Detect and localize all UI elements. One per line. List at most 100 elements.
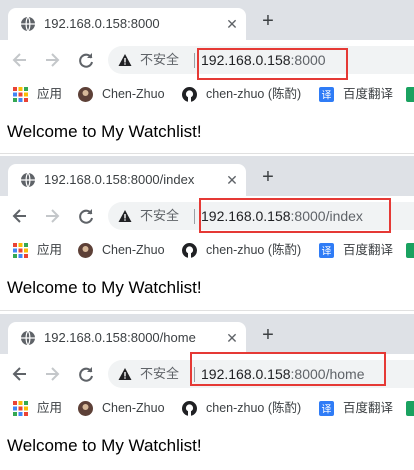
- bookmarks-bar: 应用 Chen-Zhuo chen-zhuo (陈酌) 译 百度翻译: [0, 394, 414, 422]
- url-path: :8000/index: [290, 208, 363, 224]
- address-bar[interactable]: 不安全 192.168.0.158:8000/index: [108, 202, 414, 230]
- globe-icon: [21, 16, 35, 32]
- tab-title: 192.168.0.158:8000/home: [44, 330, 196, 345]
- bookmark-favicon-icon: [406, 401, 414, 416]
- close-tab-icon[interactable]: ✕: [224, 172, 240, 188]
- svg-text:译: 译: [322, 90, 332, 102]
- forward-arrow-icon[interactable]: [42, 50, 62, 70]
- bookmarks-bar: 应用 Chen-Zhuo chen-zhuo (陈酌) 译 百度翻译: [0, 80, 414, 108]
- browser-window-2: 192.168.0.158:8000/index ✕ + 不安全 192.168…: [0, 156, 414, 306]
- close-tab-icon[interactable]: ✕: [224, 330, 240, 346]
- browser-tab[interactable]: 192.168.0.158:8000 ✕: [8, 8, 246, 40]
- address-bar[interactable]: 不安全 192.168.0.158:8000/home: [108, 360, 414, 388]
- bookmark-github[interactable]: chen-zhuo (陈酌): [182, 398, 322, 418]
- bookmark-github[interactable]: chen-zhuo (陈酌): [182, 240, 322, 260]
- page-heading: Welcome to My Watchlist!: [7, 436, 202, 455]
- avatar-icon: [78, 87, 93, 102]
- browser-tab[interactable]: 192.168.0.158:8000/home ✕: [8, 322, 246, 354]
- new-tab-button[interactable]: +: [258, 167, 278, 188]
- avatar-icon: [78, 243, 93, 258]
- close-tab-icon[interactable]: ✕: [224, 16, 240, 32]
- browser-tab[interactable]: 192.168.0.158:8000/index ✕: [8, 164, 246, 196]
- url-text[interactable]: 192.168.0.158:8000/index: [201, 207, 363, 225]
- bookmark-apps[interactable]: 应用: [13, 398, 73, 418]
- bookmark-apps[interactable]: 应用: [13, 240, 73, 260]
- github-icon: [182, 243, 197, 258]
- url-host: 192.168.0.158: [201, 52, 291, 68]
- toolbar: 不安全 192.168.0.158:8000/index: [0, 196, 414, 236]
- bookmark-baidu-fanyi[interactable]: 译 百度翻译: [319, 398, 399, 418]
- reload-icon[interactable]: [76, 206, 96, 226]
- reload-icon[interactable]: [76, 364, 96, 384]
- bookmark-overflow[interactable]: [406, 398, 414, 418]
- toolbar: 不安全 192.168.0.158:8000: [0, 40, 414, 80]
- bookmark-label: Chen-Zhuo: [102, 401, 165, 415]
- back-arrow-icon[interactable]: [10, 206, 30, 226]
- apps-grid-icon: [13, 401, 28, 416]
- bookmark-baidu-fanyi[interactable]: 译 百度翻译: [319, 84, 399, 104]
- github-icon: [182, 401, 197, 416]
- separator: [194, 209, 195, 224]
- url-path: :8000/home: [290, 366, 365, 382]
- bookmark-chen-zhuo[interactable]: Chen-Zhuo: [78, 398, 178, 418]
- apps-grid-icon: [13, 243, 28, 258]
- new-tab-button[interactable]: +: [258, 325, 278, 346]
- bookmark-overflow[interactable]: [406, 84, 414, 104]
- bookmark-label: 应用: [37, 243, 63, 257]
- not-secure-label[interactable]: 不安全: [140, 208, 179, 224]
- forward-arrow-icon[interactable]: [42, 206, 62, 226]
- bookmark-label: chen-zhuo (陈酌): [206, 401, 302, 415]
- bookmark-chen-zhuo[interactable]: Chen-Zhuo: [78, 84, 178, 104]
- tab-strip: 192.168.0.158:8000/index ✕ +: [0, 156, 414, 196]
- warning-icon: [118, 368, 132, 380]
- bookmark-label: 应用: [37, 87, 63, 101]
- not-secure-label[interactable]: 不安全: [140, 52, 179, 68]
- not-secure-label[interactable]: 不安全: [140, 366, 179, 382]
- separator: [194, 53, 195, 68]
- reload-icon[interactable]: [76, 50, 96, 70]
- bookmark-label: Chen-Zhuo: [102, 87, 165, 101]
- bookmark-baidu-fanyi[interactable]: 译 百度翻译: [319, 240, 399, 260]
- globe-icon: [21, 330, 35, 346]
- page-content: Welcome to My Watchlist!: [0, 422, 414, 470]
- url-path: :8000: [290, 52, 326, 68]
- bookmarks-bar: 应用 Chen-Zhuo chen-zhuo (陈酌) 译 百度翻译: [0, 236, 414, 264]
- warning-icon: [118, 210, 132, 222]
- bookmark-github[interactable]: chen-zhuo (陈酌): [182, 84, 322, 104]
- page-heading: Welcome to My Watchlist!: [7, 122, 202, 141]
- url-text[interactable]: 192.168.0.158:8000/home: [201, 365, 364, 383]
- address-bar[interactable]: 不安全 192.168.0.158:8000: [108, 46, 414, 74]
- bookmark-label: 百度翻译: [343, 87, 394, 101]
- bookmark-chen-zhuo[interactable]: Chen-Zhuo: [78, 240, 178, 260]
- bookmark-apps[interactable]: 应用: [13, 84, 73, 104]
- new-tab-button[interactable]: +: [258, 11, 278, 32]
- translate-icon: 译: [319, 401, 334, 416]
- translate-icon: 译: [319, 243, 334, 258]
- bookmark-favicon-icon: [406, 87, 414, 102]
- translate-icon: 译: [319, 87, 334, 102]
- tab-title: 192.168.0.158:8000: [44, 16, 160, 31]
- github-icon: [182, 87, 197, 102]
- forward-arrow-icon[interactable]: [42, 364, 62, 384]
- back-arrow-icon[interactable]: [10, 50, 30, 70]
- bookmark-label: 应用: [37, 401, 63, 415]
- url-host: 192.168.0.158: [201, 208, 291, 224]
- divider: [0, 310, 414, 311]
- warning-icon: [118, 54, 132, 66]
- back-arrow-icon[interactable]: [10, 364, 30, 384]
- bookmark-overflow[interactable]: [406, 240, 414, 260]
- apps-grid-icon: [13, 87, 28, 102]
- url-text[interactable]: 192.168.0.158:8000: [201, 51, 326, 69]
- page-heading: Welcome to My Watchlist!: [7, 278, 202, 297]
- url-host: 192.168.0.158: [201, 366, 291, 382]
- svg-text:译: 译: [322, 404, 332, 416]
- bookmark-label: 百度翻译: [343, 243, 394, 257]
- page-content: Welcome to My Watchlist!: [0, 108, 414, 152]
- page-content: Welcome to My Watchlist!: [0, 264, 414, 306]
- tab-strip: 192.168.0.158:8000/home ✕ +: [0, 314, 414, 354]
- separator: [194, 367, 195, 382]
- avatar-icon: [78, 401, 93, 416]
- svg-text:译: 译: [322, 246, 332, 258]
- browser-window-1: 192.168.0.158:8000 ✕ + 不安全 192.168.0.158…: [0, 0, 414, 152]
- globe-icon: [21, 172, 35, 188]
